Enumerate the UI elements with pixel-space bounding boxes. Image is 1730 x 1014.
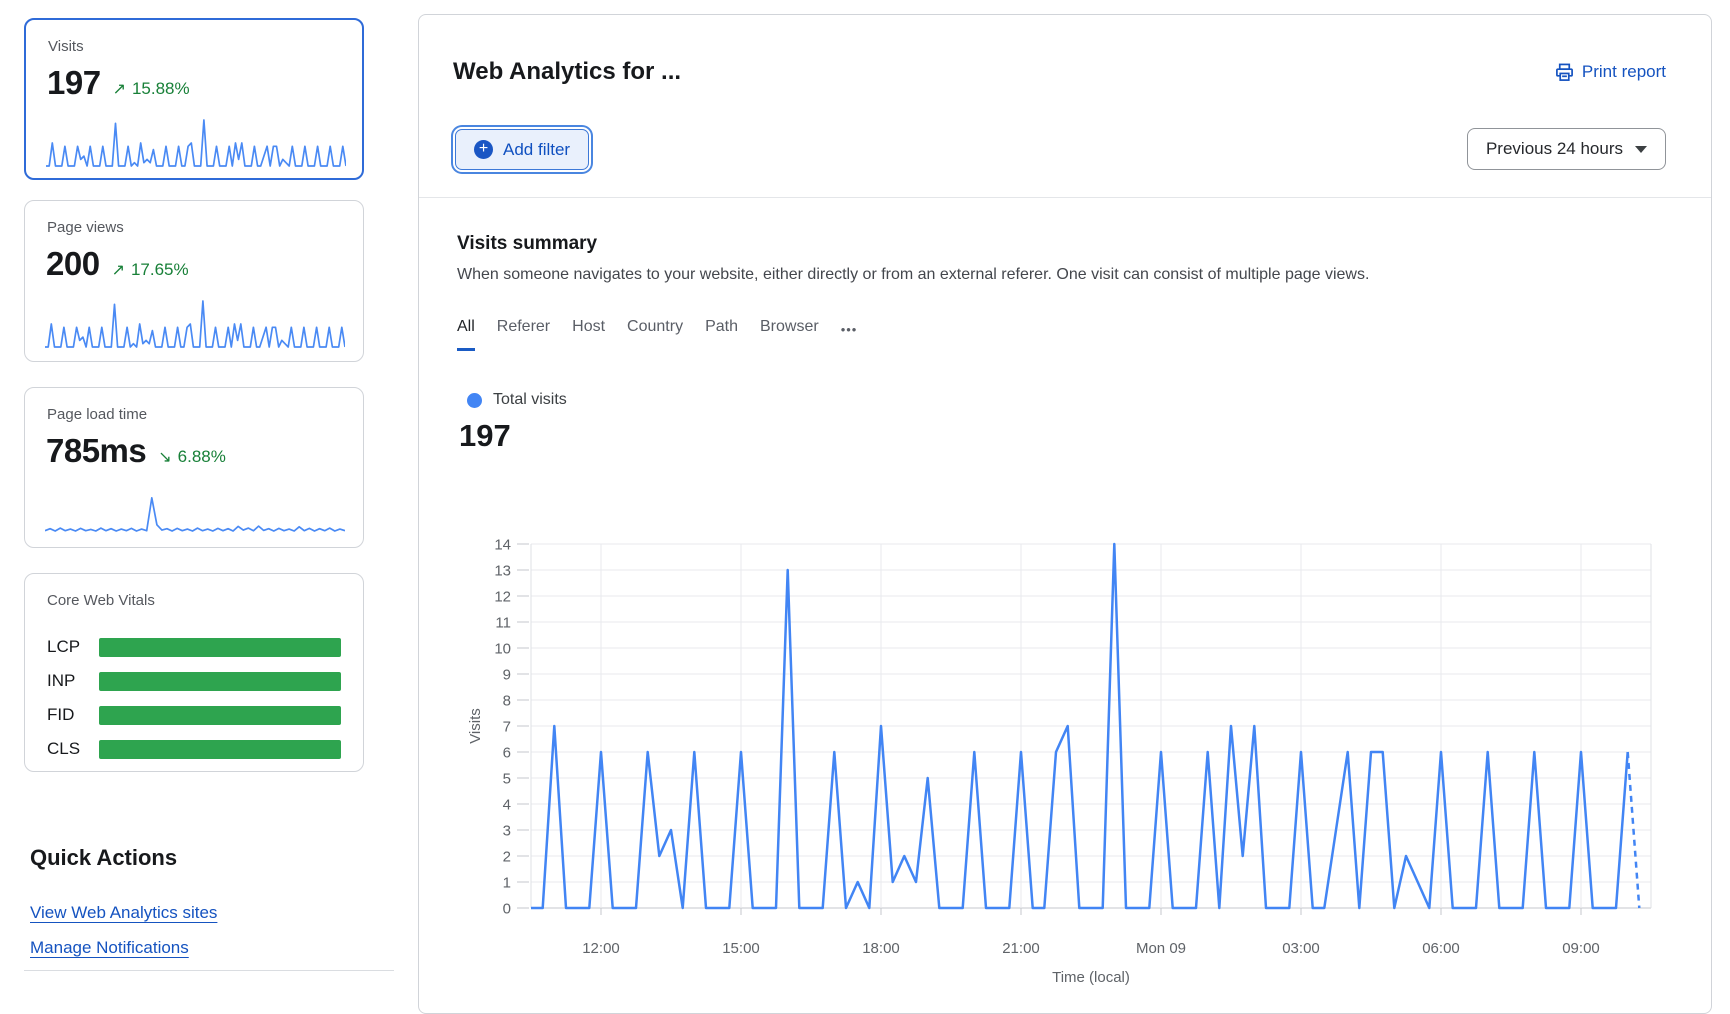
svg-text:11: 11 [495,615,511,632]
web-analytics-panel: Web Analytics for ... Print report Add f… [418,14,1712,1014]
stat-title: Page views [47,219,124,236]
svg-text:4: 4 [503,797,511,814]
print-report-label: Print report [1582,62,1666,82]
svg-text:5: 5 [503,771,511,788]
svg-text:Mon 09: Mon 09 [1136,940,1186,957]
legend-label: Total visits [493,391,567,409]
svg-text:7: 7 [503,719,511,736]
svg-text:10: 10 [494,641,511,658]
vital-score-bar [99,740,341,759]
vital-label: INP [47,671,99,691]
tab-browser[interactable]: Browser [760,318,819,351]
view-web-analytics-sites-link[interactable]: View Web Analytics sites [30,903,217,923]
stat-value: 200 [46,245,100,283]
core-web-vitals-rows: LCP INP FID CLS [47,630,341,766]
chart-legend: Total visits [467,391,567,409]
trend-up-icon: ↗ [112,260,125,280]
svg-text:12:00: 12:00 [582,940,620,957]
stat-delta: ↗ 15.88% [113,79,190,99]
stat-value: 197 [47,64,101,102]
stat-delta-value: 17.65% [131,260,189,280]
stat-delta-value: 15.88% [132,79,190,99]
svg-text:14: 14 [494,537,511,554]
svg-text:15:00: 15:00 [722,940,760,957]
stat-value: 785ms [46,432,146,470]
sidebar-divider [24,970,394,971]
quick-actions-title: Quick Actions [30,845,177,871]
add-filter-button[interactable]: Add filter [455,129,589,170]
svg-text:Time (local): Time (local) [1052,969,1130,986]
svg-text:12: 12 [494,589,511,606]
stat-delta: ↗ 17.65% [112,260,189,280]
svg-text:03:00: 03:00 [1282,940,1320,957]
stat-title: Page load time [47,406,147,423]
time-range-label: Previous 24 hours [1486,139,1623,159]
svg-text:13: 13 [494,563,511,580]
svg-text:18:00: 18:00 [862,940,900,957]
trend-up-icon: ↗ [113,79,126,99]
printer-icon [1555,63,1574,82]
tab-country[interactable]: Country [627,318,683,351]
plus-icon [474,140,493,159]
visits-line-chart: 0123456789101112131412:0015:0018:0021:00… [431,526,1681,996]
svg-text:09:00: 09:00 [1562,940,1600,957]
core-web-vitals-card: Core Web Vitals LCP INP FID CLS [24,573,364,772]
svg-text:8: 8 [503,693,511,710]
svg-text:06:00: 06:00 [1422,940,1460,957]
tab-referer[interactable]: Referer [497,318,550,351]
vital-label: CLS [47,739,99,759]
total-visits-value: 197 [459,418,511,454]
stat-delta-value: 6.88% [178,447,226,467]
svg-text:2: 2 [503,849,511,866]
tab-path[interactable]: Path [705,318,738,351]
vital-label: LCP [47,637,99,657]
stat-title: Visits [48,38,84,55]
stat-card-visits[interactable]: Visits 197 ↗ 15.88% [24,18,364,180]
add-filter-label: Add filter [503,140,570,160]
visits-summary-description: When someone navigates to your website, … [457,266,1577,284]
manage-notifications-link[interactable]: Manage Notifications [30,938,189,958]
tab-host[interactable]: Host [572,318,605,351]
vital-score-bar [99,638,341,657]
sparkline-chart [45,484,345,536]
print-report-link[interactable]: Print report [1555,62,1666,82]
core-web-vitals-title: Core Web Vitals [47,592,155,609]
vital-score-bar [99,672,341,691]
vital-row-lcp: LCP [47,630,341,664]
header-divider [419,197,1711,198]
vital-score-bar [99,706,341,725]
stat-card-page-views[interactable]: Page views 200 ↗ 17.65% [24,200,364,362]
stat-delta: ↘ 6.88% [158,447,226,467]
trend-down-icon: ↘ [158,447,171,467]
sparkline-chart [46,116,346,168]
tab-all[interactable]: All [457,318,475,351]
svg-text:1: 1 [503,875,511,892]
legend-dot-icon [467,393,482,408]
vital-label: FID [47,705,99,725]
svg-text:0: 0 [503,901,511,918]
visits-summary-title: Visits summary [457,233,597,255]
svg-text:9: 9 [503,667,511,684]
sparkline-chart [45,297,345,349]
page-title: Web Analytics for ... [453,58,681,86]
time-range-dropdown[interactable]: Previous 24 hours [1467,128,1666,170]
svg-text:21:00: 21:00 [1002,940,1040,957]
stat-card-page-load-time[interactable]: Page load time 785ms ↘ 6.88% [24,387,364,548]
more-tabs-icon[interactable]: ••• [841,322,858,351]
vital-row-inp: INP [47,664,341,698]
chevron-down-icon [1635,146,1647,153]
svg-text:6: 6 [503,745,511,762]
vital-row-cls: CLS [47,732,341,766]
svg-text:Visits: Visits [467,708,484,744]
svg-text:3: 3 [503,823,511,840]
vital-row-fid: FID [47,698,341,732]
summary-tabs: All Referer Host Country Path Browser ••• [457,318,857,351]
